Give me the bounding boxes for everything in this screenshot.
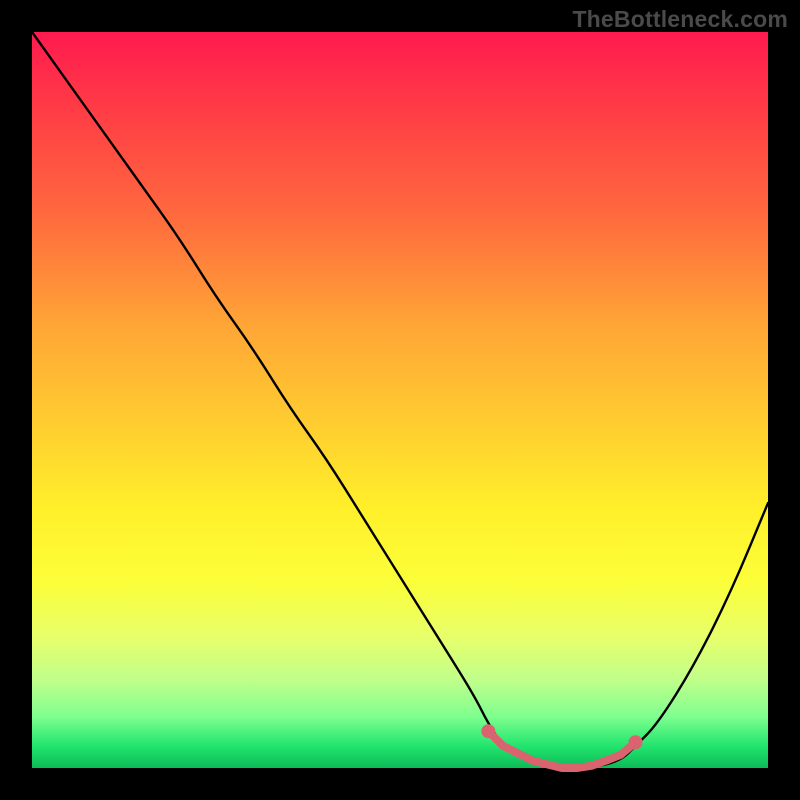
optimal-range-endpoint <box>629 735 643 749</box>
chart-frame: TheBottleneck.com <box>0 0 800 800</box>
curve-svg <box>32 32 768 768</box>
watermark-text: TheBottleneck.com <box>572 6 788 33</box>
bottleneck-curve <box>32 32 768 768</box>
plot-area <box>32 32 768 768</box>
optimal-range-endpoint <box>481 724 495 738</box>
optimal-range-markers <box>481 724 642 768</box>
